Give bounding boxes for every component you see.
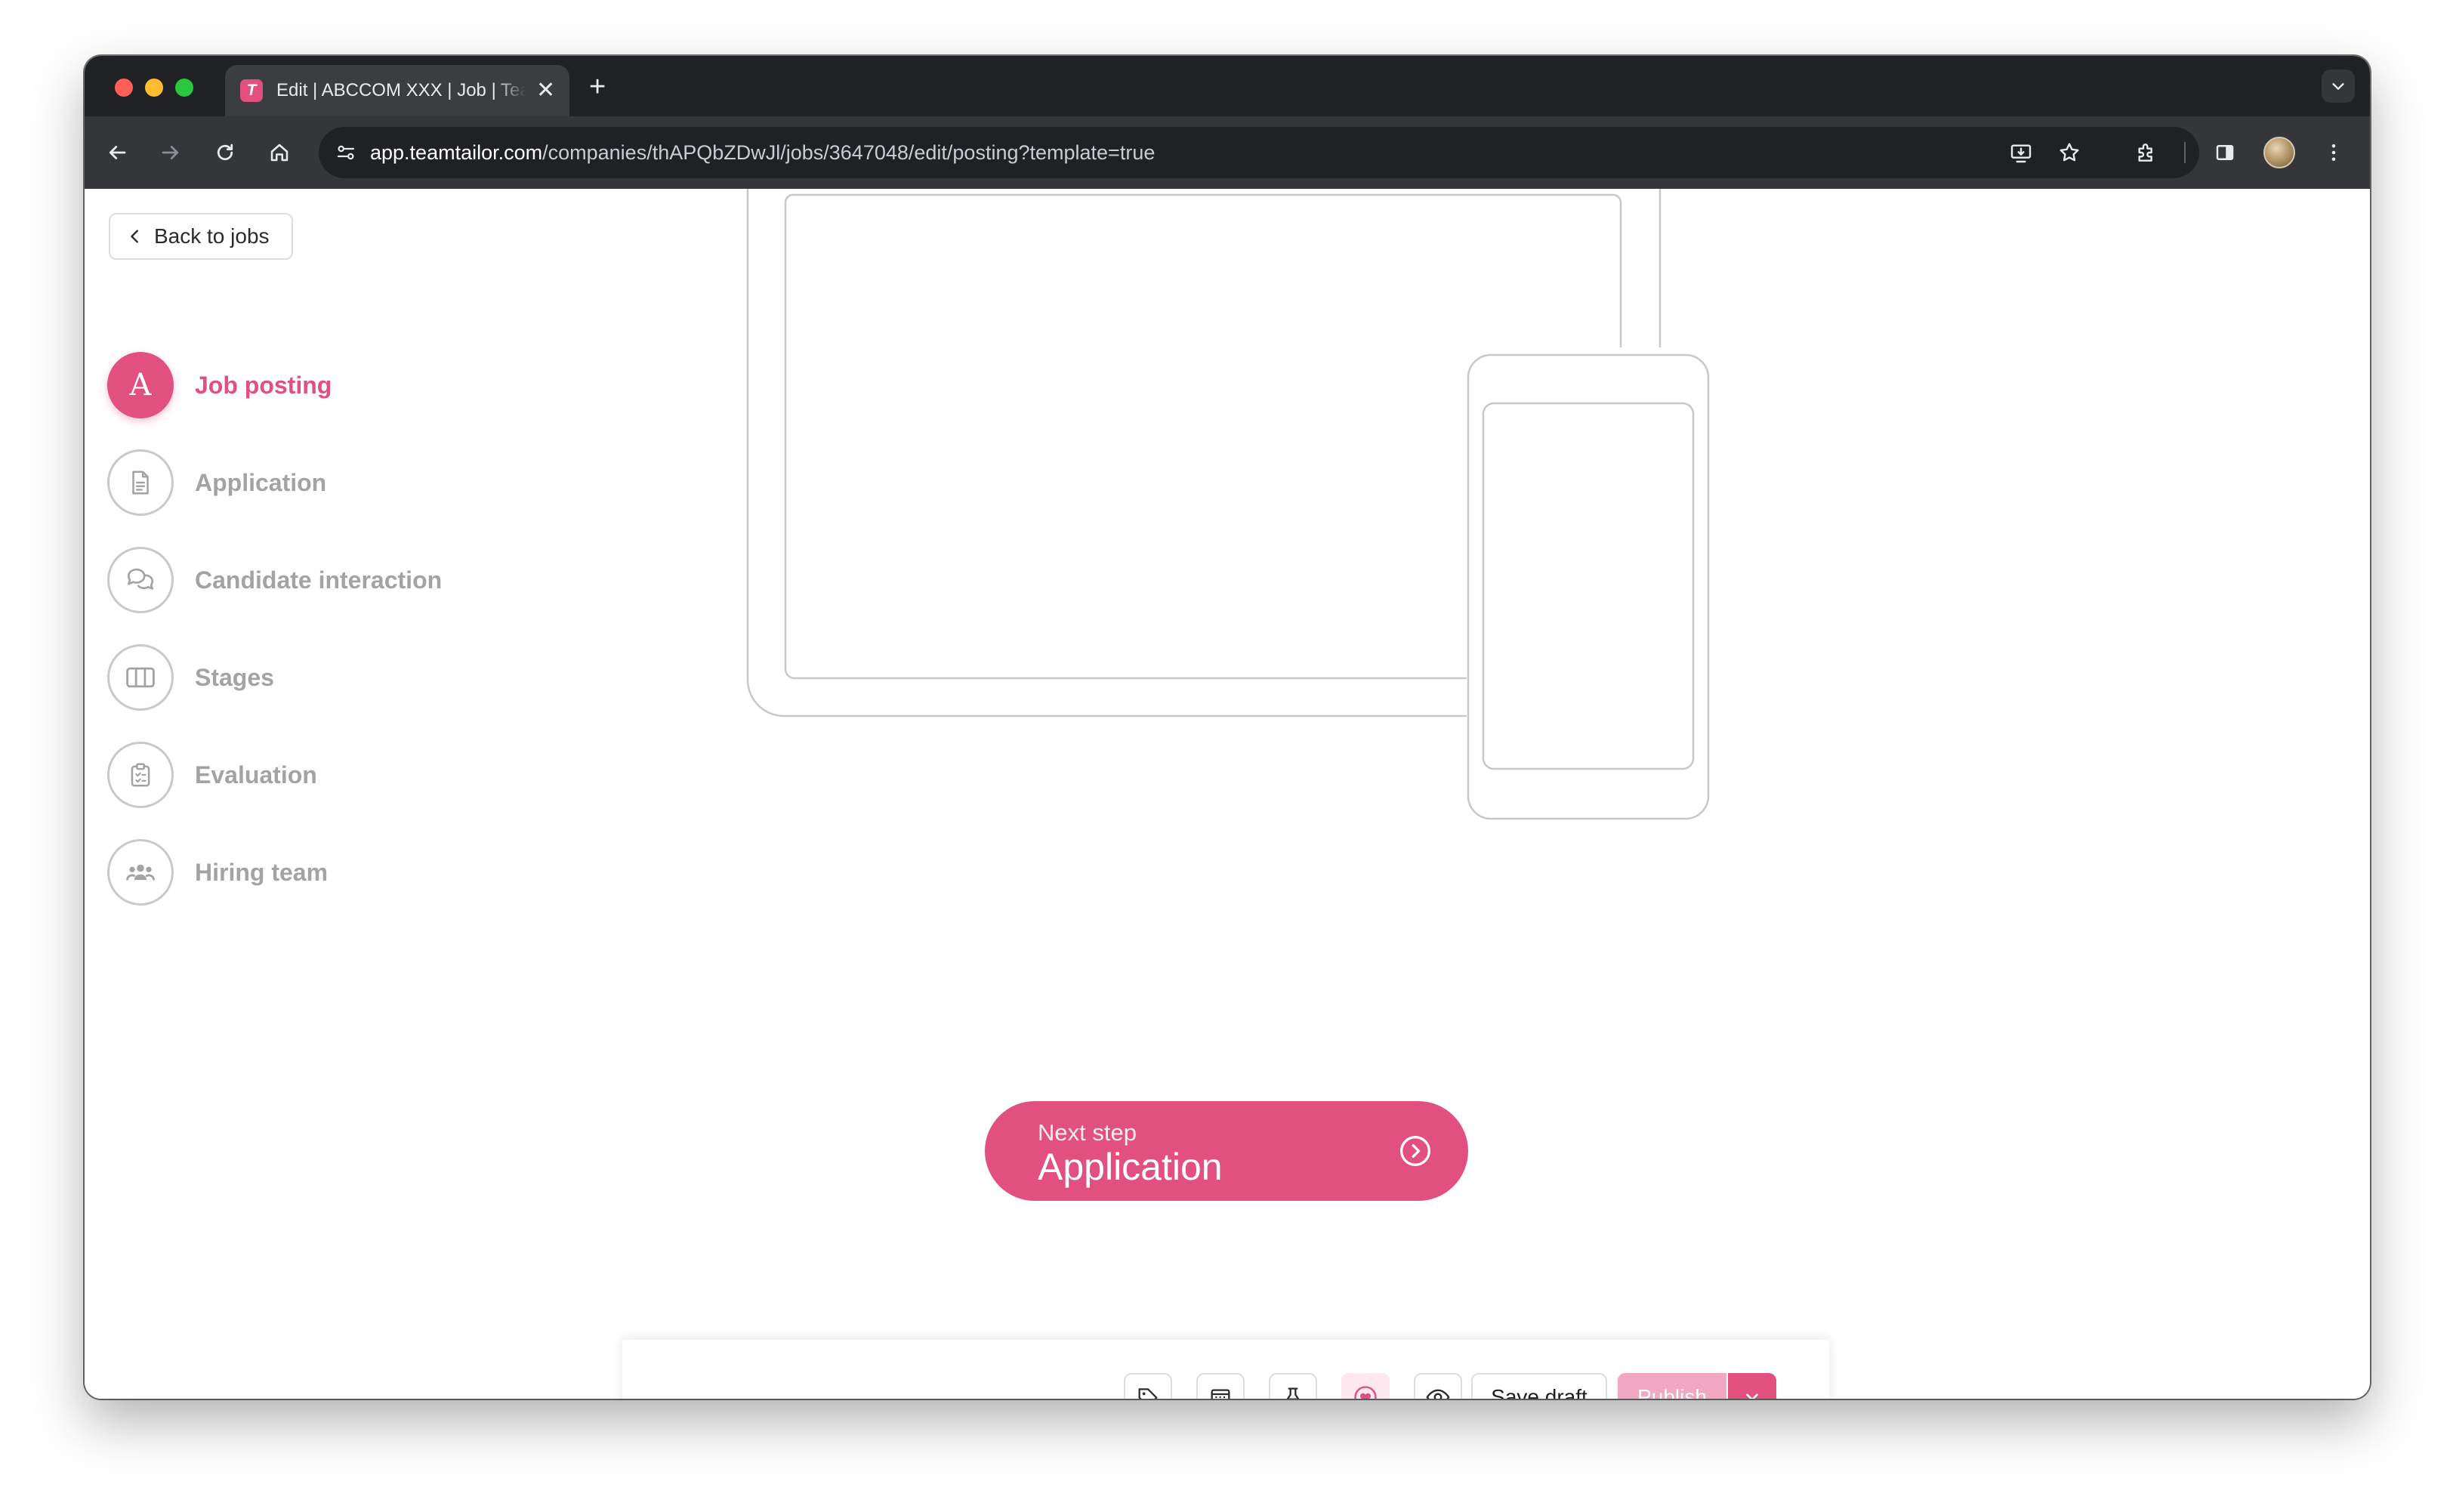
document-icon bbox=[132, 471, 149, 495]
browser-menu-button[interactable] bbox=[2316, 134, 2352, 171]
chevron-down-icon bbox=[1746, 1393, 1758, 1399]
bookmark-button[interactable] bbox=[2051, 134, 2087, 171]
desktop-screen bbox=[784, 193, 1622, 680]
chevron-down-icon bbox=[2332, 83, 2344, 90]
publish-button[interactable]: Publish bbox=[1618, 1373, 1726, 1399]
bottom-action-bar: Save draft Publish bbox=[622, 1340, 1829, 1399]
star-icon bbox=[2060, 143, 2079, 162]
forward-nav-button[interactable] bbox=[153, 134, 189, 171]
back-to-jobs-button[interactable]: Back to jobs bbox=[109, 213, 293, 260]
step-icon-hiring-team bbox=[107, 839, 174, 906]
step-stages[interactable]: Stages bbox=[107, 643, 274, 712]
back-to-jobs-label: Back to jobs bbox=[154, 224, 270, 248]
reload-icon bbox=[217, 143, 233, 161]
preview-button[interactable] bbox=[1414, 1373, 1462, 1399]
install-app-button[interactable] bbox=[2003, 134, 2039, 171]
promote-button[interactable] bbox=[1341, 1373, 1390, 1399]
kebab-menu-icon bbox=[2331, 144, 2336, 161]
tab-title: Edit | ABCCOM XXX | Job | Teamtailor bbox=[276, 80, 526, 100]
back-nav-button[interactable] bbox=[99, 134, 135, 171]
side-panel-button[interactable] bbox=[2207, 134, 2243, 171]
step-label: Evaluation bbox=[195, 761, 317, 788]
phone-frame bbox=[1467, 353, 1710, 820]
heart-icon bbox=[1354, 1386, 1377, 1399]
next-step-button[interactable]: Next step Application bbox=[985, 1101, 1468, 1201]
step-label: Hiring team bbox=[195, 858, 329, 886]
step-icon-application bbox=[107, 449, 174, 516]
zoom-window-button[interactable] bbox=[175, 79, 193, 97]
pin-icon bbox=[1286, 1387, 1300, 1399]
tab-search-button[interactable] bbox=[2322, 69, 2355, 103]
schedule-button[interactable] bbox=[1196, 1373, 1245, 1399]
extensions-button[interactable] bbox=[2128, 134, 2165, 171]
publish-options-button[interactable] bbox=[1728, 1373, 1776, 1399]
browser-toolbar: app.teamtailor.com/companies/thAPQbZDwJl… bbox=[85, 116, 2370, 189]
step-application[interactable]: Application bbox=[107, 448, 326, 517]
title-bar: T Edit | ABCCOM XXX | Job | Teamtailor ✕… bbox=[85, 56, 2370, 116]
step-candidate-interaction[interactable]: Candidate interaction bbox=[107, 545, 442, 615]
phone-screen bbox=[1482, 402, 1695, 770]
step-icon-job-posting: A bbox=[107, 352, 174, 418]
new-tab-button[interactable]: + bbox=[589, 73, 606, 101]
desktop-frame-outer bbox=[746, 189, 1467, 717]
tags-button[interactable] bbox=[1124, 1373, 1172, 1399]
save-draft-button[interactable]: Save draft bbox=[1471, 1373, 1607, 1399]
address-bar[interactable]: app.teamtailor.com/companies/thAPQbZDwJl… bbox=[319, 127, 2199, 178]
step-label: Stages bbox=[195, 663, 274, 691]
url-host: app.teamtailor.com bbox=[370, 140, 543, 164]
home-icon bbox=[270, 143, 288, 162]
chevron-left-icon bbox=[131, 230, 138, 243]
minimize-window-button[interactable] bbox=[145, 79, 163, 97]
browser-tab[interactable]: T Edit | ABCCOM XXX | Job | Teamtailor ✕ bbox=[225, 65, 569, 116]
close-tab-icon[interactable]: ✕ bbox=[536, 79, 555, 102]
puzzle-icon bbox=[2138, 143, 2152, 162]
url-path: /companies/thAPQbZDwJl/jobs/3647048/edit… bbox=[542, 140, 1156, 164]
step-job-posting[interactable]: A Job posting bbox=[107, 350, 332, 420]
step-icon-stages bbox=[107, 644, 174, 711]
install-icon bbox=[2010, 144, 2032, 163]
calendar-icon bbox=[1211, 1389, 1230, 1399]
device-preview-illustration bbox=[746, 189, 1710, 820]
browser-window: T Edit | ABCCOM XXX | Job | Teamtailor ✕… bbox=[85, 56, 2370, 1399]
clipboard-icon bbox=[131, 763, 150, 787]
step-label: Job posting bbox=[195, 371, 332, 399]
eye-icon bbox=[1426, 1389, 1450, 1399]
avatar bbox=[2263, 137, 2295, 168]
step-evaluation[interactable]: Evaluation bbox=[107, 740, 317, 810]
step-icon-evaluation bbox=[107, 742, 174, 808]
step-label: Application bbox=[195, 468, 327, 496]
chat-bubbles-icon bbox=[127, 568, 154, 590]
chevron-right-circle-icon bbox=[1400, 1136, 1430, 1166]
arrow-right-icon bbox=[162, 146, 179, 159]
pin-button[interactable] bbox=[1269, 1373, 1317, 1399]
reload-button[interactable] bbox=[207, 134, 243, 171]
page-content: Back to jobs A Job posting Application C… bbox=[85, 189, 2370, 1399]
next-step-title: Application bbox=[1038, 1146, 1223, 1188]
profile-button[interactable] bbox=[2261, 134, 2297, 171]
step-label: Candidate interaction bbox=[195, 566, 443, 594]
arrow-left-icon bbox=[109, 146, 126, 159]
url-text: app.teamtailor.com/companies/thAPQbZDwJl… bbox=[370, 141, 1155, 165]
step-icon-candidate-interaction bbox=[107, 547, 174, 613]
columns-icon bbox=[126, 667, 155, 688]
tag-icon bbox=[1138, 1388, 1158, 1399]
site-settings-icon[interactable] bbox=[332, 139, 359, 166]
toolbar-divider bbox=[2184, 142, 2186, 163]
home-button[interactable] bbox=[261, 134, 298, 171]
close-window-button[interactable] bbox=[115, 79, 133, 97]
step-hiring-team[interactable]: Hiring team bbox=[107, 838, 328, 907]
side-panel-icon bbox=[2216, 145, 2234, 160]
letter-a-icon: A bbox=[129, 368, 152, 403]
next-step-caption: Next step bbox=[1038, 1119, 1137, 1146]
teamtailor-favicon-icon: T bbox=[240, 79, 263, 102]
team-icon bbox=[126, 864, 155, 881]
